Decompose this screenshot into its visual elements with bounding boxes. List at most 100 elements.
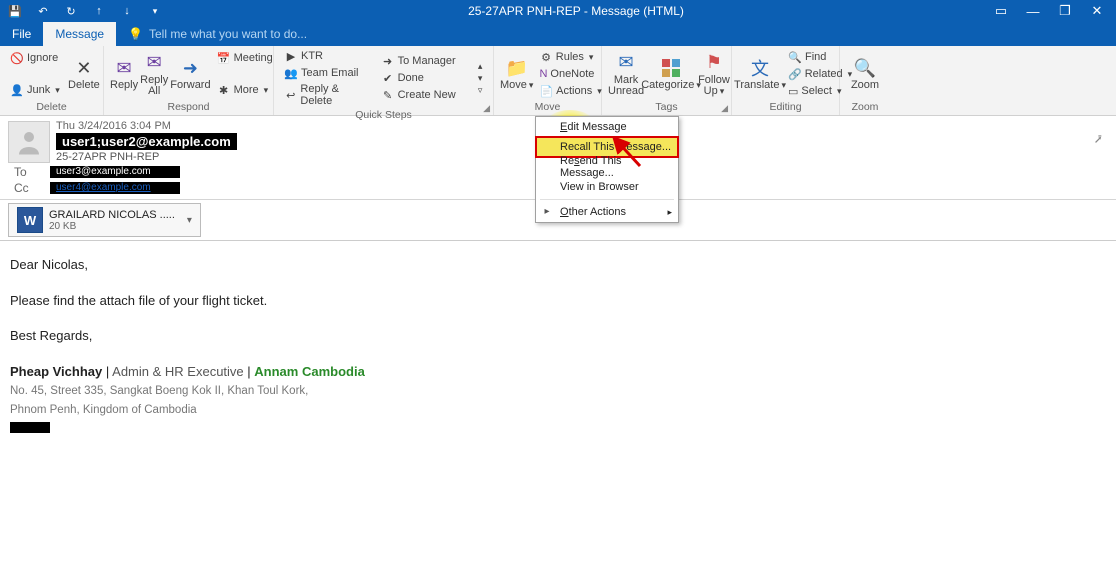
move-button[interactable]: 📁 Move▾ bbox=[500, 48, 533, 100]
cc-label: Cc bbox=[14, 181, 44, 195]
menu-resend-message[interactable]: Resend This Message... bbox=[536, 157, 678, 177]
delete-button[interactable]: ✕ Delete bbox=[68, 48, 100, 100]
menu-recall-message[interactable]: Recall This Message... bbox=[536, 137, 678, 157]
more-icon: ✱ bbox=[217, 83, 231, 97]
select-icon: ▭ bbox=[788, 84, 798, 98]
to-label: To bbox=[14, 165, 44, 179]
received-date: Thu 3/24/2016 3:04 PM bbox=[56, 120, 237, 132]
manager-icon: ➜ bbox=[381, 54, 395, 68]
reply-all-button[interactable]: ✉ Reply All bbox=[140, 48, 168, 100]
popout-icon[interactable]: ⭷ bbox=[1095, 131, 1108, 152]
reply-all-icon: ✉ bbox=[143, 52, 165, 74]
respond-more-button[interactable]: ✱More▾ bbox=[213, 82, 277, 98]
translate-icon: 文 bbox=[749, 57, 771, 79]
quickstep-down-icon[interactable]: ▾ bbox=[478, 73, 483, 84]
sig-name: Pheap Vichhay bbox=[10, 364, 102, 379]
find-icon: 🔍 bbox=[788, 50, 802, 64]
menu-separator bbox=[540, 199, 674, 200]
close-button[interactable]: ✕ bbox=[1082, 2, 1112, 20]
related-button[interactable]: 🔗Related▾ bbox=[784, 66, 844, 82]
attachment-item[interactable]: W GRAILARD NICOLAS ..... 20 KB ▾ bbox=[8, 203, 201, 237]
mark-unread-icon: ✉ bbox=[615, 52, 637, 74]
junk-icon: 👤 bbox=[10, 83, 24, 97]
tell-me-search[interactable]: 💡 Tell me what you want to do... bbox=[116, 22, 319, 46]
tab-file[interactable]: File bbox=[0, 22, 43, 46]
body-regards: Best Regards, bbox=[10, 326, 1106, 346]
ignore-button[interactable]: 🚫Ignore bbox=[6, 50, 66, 66]
next-item-icon[interactable]: ↓ bbox=[116, 2, 138, 20]
ribbon-group-delete: 🚫Ignore 👤Junk▾ ✕ Delete Delete bbox=[0, 46, 104, 115]
mark-unread-button[interactable]: ✉ MarkUnread bbox=[608, 48, 644, 100]
attachment-dropdown-icon[interactable]: ▾ bbox=[187, 215, 192, 226]
quickstep-create-new[interactable]: ✎Create New bbox=[377, 87, 472, 103]
tags-dialog-launcher-icon[interactable]: ◢ bbox=[721, 103, 728, 114]
menu-recall-message-label: Recall This Message... bbox=[560, 141, 671, 153]
quickstep-expand-icon[interactable]: ▿ bbox=[478, 85, 483, 96]
meeting-icon: 📅 bbox=[217, 51, 231, 65]
rules-icon: ⚙ bbox=[539, 50, 552, 64]
zoom-button[interactable]: 🔍 Zoom bbox=[846, 48, 884, 100]
menu-other-actions[interactable]: ▸ Other Actions ▸ bbox=[536, 202, 678, 222]
quicksteps-dialog-launcher-icon[interactable]: ◢ bbox=[483, 103, 490, 114]
message-subject: 25-27APR PNH-REP bbox=[56, 151, 237, 163]
body-greeting: Dear Nicolas, bbox=[10, 255, 1106, 275]
zoom-icon: 🔍 bbox=[854, 57, 876, 79]
quickstep-up-icon[interactable]: ▴ bbox=[478, 61, 483, 72]
group-label-move: Move bbox=[500, 100, 595, 114]
qat-customize-icon[interactable]: ▾ bbox=[144, 2, 166, 20]
sender-name-redacted: user1;user2@example.com bbox=[56, 133, 237, 150]
junk-button[interactable]: 👤Junk▾ bbox=[6, 82, 66, 98]
quickstep-ktr[interactable]: ▶KTR bbox=[280, 48, 375, 64]
to-value-redacted: user3@example.com bbox=[50, 166, 180, 178]
submenu-arrow-icon: ▸ bbox=[667, 207, 672, 218]
lightbulb-icon: 💡 bbox=[128, 27, 143, 41]
flag-icon: ⚑ bbox=[703, 52, 725, 74]
followup-button[interactable]: ⚑ FollowUp▾ bbox=[698, 48, 730, 100]
forward-icon: ➜ bbox=[179, 57, 201, 79]
quickstep-team-email[interactable]: 👥Team Email bbox=[280, 65, 375, 81]
forward-button[interactable]: ➜ Forward bbox=[170, 48, 210, 100]
group-label-zoom: Zoom bbox=[846, 100, 884, 114]
maximize-button[interactable]: ❐ bbox=[1050, 2, 1080, 20]
onenote-icon: N bbox=[539, 67, 547, 81]
menu-edit-message[interactable]: Edit Message bbox=[536, 117, 678, 137]
move-folder-icon: 📁 bbox=[506, 57, 528, 79]
sig-role: Admin & HR Executive bbox=[112, 364, 244, 379]
prev-item-icon[interactable]: ↑ bbox=[88, 2, 110, 20]
translate-button[interactable]: 文 Translate▾ bbox=[738, 48, 782, 100]
quickstep-reply-delete[interactable]: ↩Reply & Delete bbox=[280, 82, 375, 108]
window-title: 25-27APR PNH-REP - Message (HTML) bbox=[166, 4, 986, 18]
meeting-button[interactable]: 📅Meeting bbox=[213, 50, 277, 66]
reply-button[interactable]: ✉ Reply bbox=[110, 48, 138, 100]
quickstep-done[interactable]: ✔Done bbox=[377, 70, 472, 86]
actions-icon: 📄 bbox=[539, 84, 553, 98]
redo-icon[interactable]: ↻ bbox=[60, 2, 82, 20]
ribbon-options-icon[interactable]: ▭ bbox=[986, 2, 1016, 20]
find-button[interactable]: 🔍Find bbox=[784, 49, 844, 65]
quickstep-to-manager[interactable]: ➜To Manager bbox=[377, 53, 472, 69]
actions-dropdown: Edit Message Recall This Message... Rese… bbox=[535, 116, 679, 223]
ribbon-group-quicksteps: ▶KTR 👥Team Email ↩Reply & Delete ➜To Man… bbox=[274, 46, 494, 115]
sig-address-2: Phnom Penh, Kingdom of Cambodia bbox=[10, 402, 1106, 419]
other-actions-icon: ▸ bbox=[540, 204, 554, 218]
sender-avatar bbox=[8, 121, 50, 163]
ribbon-group-zoom: 🔍 Zoom Zoom bbox=[840, 46, 890, 115]
tab-message[interactable]: Message bbox=[43, 22, 116, 46]
menu-view-in-browser[interactable]: View in Browser bbox=[536, 177, 678, 197]
rules-button[interactable]: ⚙Rules▾ bbox=[535, 49, 597, 65]
select-button[interactable]: ▭Select▾ bbox=[784, 83, 844, 99]
check-icon: ✔ bbox=[381, 71, 395, 85]
create-icon: ✎ bbox=[381, 88, 395, 102]
ribbon-group-respond: ✉ Reply ✉ Reply All ➜ Forward 📅Meeting ✱… bbox=[104, 46, 274, 115]
save-icon[interactable]: 💾 bbox=[4, 2, 26, 20]
minimize-button[interactable]: — bbox=[1018, 2, 1048, 20]
onenote-button[interactable]: NOneNote bbox=[535, 66, 597, 82]
categorize-icon bbox=[660, 57, 682, 79]
tell-me-placeholder: Tell me what you want to do... bbox=[149, 27, 307, 41]
body-line1: Please find the attach file of your flig… bbox=[10, 291, 1106, 311]
actions-button[interactable]: 📄Actions▾ bbox=[535, 83, 597, 99]
categorize-button[interactable]: Categorize▾ bbox=[646, 48, 696, 100]
sig-company: Annam Cambodia bbox=[254, 364, 365, 379]
group-label-tags: Tags bbox=[608, 100, 725, 114]
undo-icon[interactable]: ↶ bbox=[32, 2, 54, 20]
